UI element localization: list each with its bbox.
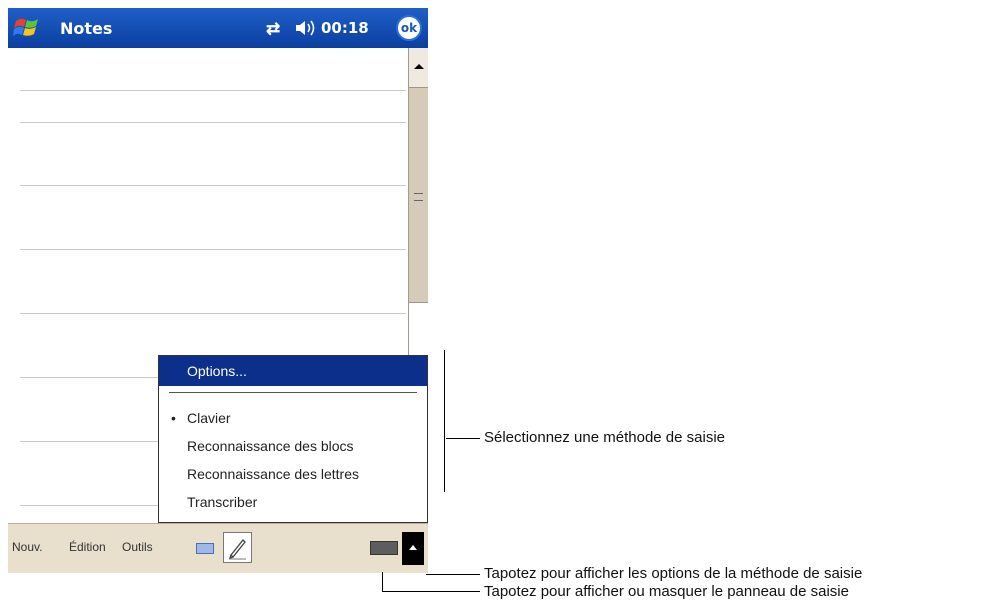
menu-tools[interactable]: Outils [122, 540, 153, 554]
sync-icon[interactable]: ⇄ [266, 19, 280, 39]
menu-item-block-recognizer[interactable]: Reconnaissance des blocs [187, 438, 354, 454]
callout-show-options: Tapotez pour afficher les options de la … [484, 565, 863, 582]
menu-item-options[interactable]: Options... [159, 356, 427, 386]
pen-button[interactable] [223, 532, 252, 563]
callout-connector [446, 438, 480, 439]
callout-select-method: Sélectionnez une méthode de saisie [484, 429, 725, 446]
app-title: Notes [60, 19, 113, 38]
ok-button[interactable]: ok [396, 15, 422, 41]
selected-bullet-icon: • [171, 410, 176, 426]
callout-connector [382, 591, 480, 592]
ruled-line [20, 185, 406, 186]
menu-edit[interactable]: Édition [69, 540, 106, 554]
callout-toggle-panel: Tapotez pour afficher ou masquer le pann… [484, 583, 849, 600]
menu-item-letter-recognizer[interactable]: Reconnaissance des lettres [187, 466, 359, 482]
ruled-line [20, 122, 406, 123]
clock[interactable]: 00:18 [321, 19, 369, 37]
volume-icon[interactable] [294, 18, 318, 38]
callout-connector [382, 572, 383, 592]
input-selector-arrow[interactable] [402, 532, 424, 565]
pocketpc-screen: Notes ⇄ 00:18 ok Options... • Clavier Re… [8, 8, 428, 573]
callout-connector [426, 574, 480, 575]
menu-separator [169, 392, 417, 393]
start-menu-icon[interactable] [13, 15, 41, 41]
menu-item-transcriber[interactable]: Transcriber [187, 494, 257, 510]
ruled-line [20, 313, 406, 314]
ruled-line [20, 90, 406, 91]
options-label: Options... [187, 363, 247, 379]
pen-icon [228, 539, 246, 560]
scroll-up-button[interactable] [409, 48, 428, 88]
input-method-menu: Options... • Clavier Reconnaissance des … [158, 355, 428, 523]
callout-bracket [444, 350, 445, 492]
keyboard-icon[interactable] [196, 543, 214, 554]
menu-new[interactable]: Nouv. [12, 540, 42, 554]
ruled-line [20, 249, 406, 250]
input-panel-icon[interactable] [370, 541, 398, 555]
title-bar: Notes ⇄ 00:18 ok [8, 8, 428, 48]
grip-icon [414, 193, 423, 201]
scroll-thumb[interactable] [409, 88, 428, 303]
menu-bar: Nouv. Édition Outils [8, 523, 428, 573]
menu-item-clavier[interactable]: Clavier [187, 410, 231, 426]
